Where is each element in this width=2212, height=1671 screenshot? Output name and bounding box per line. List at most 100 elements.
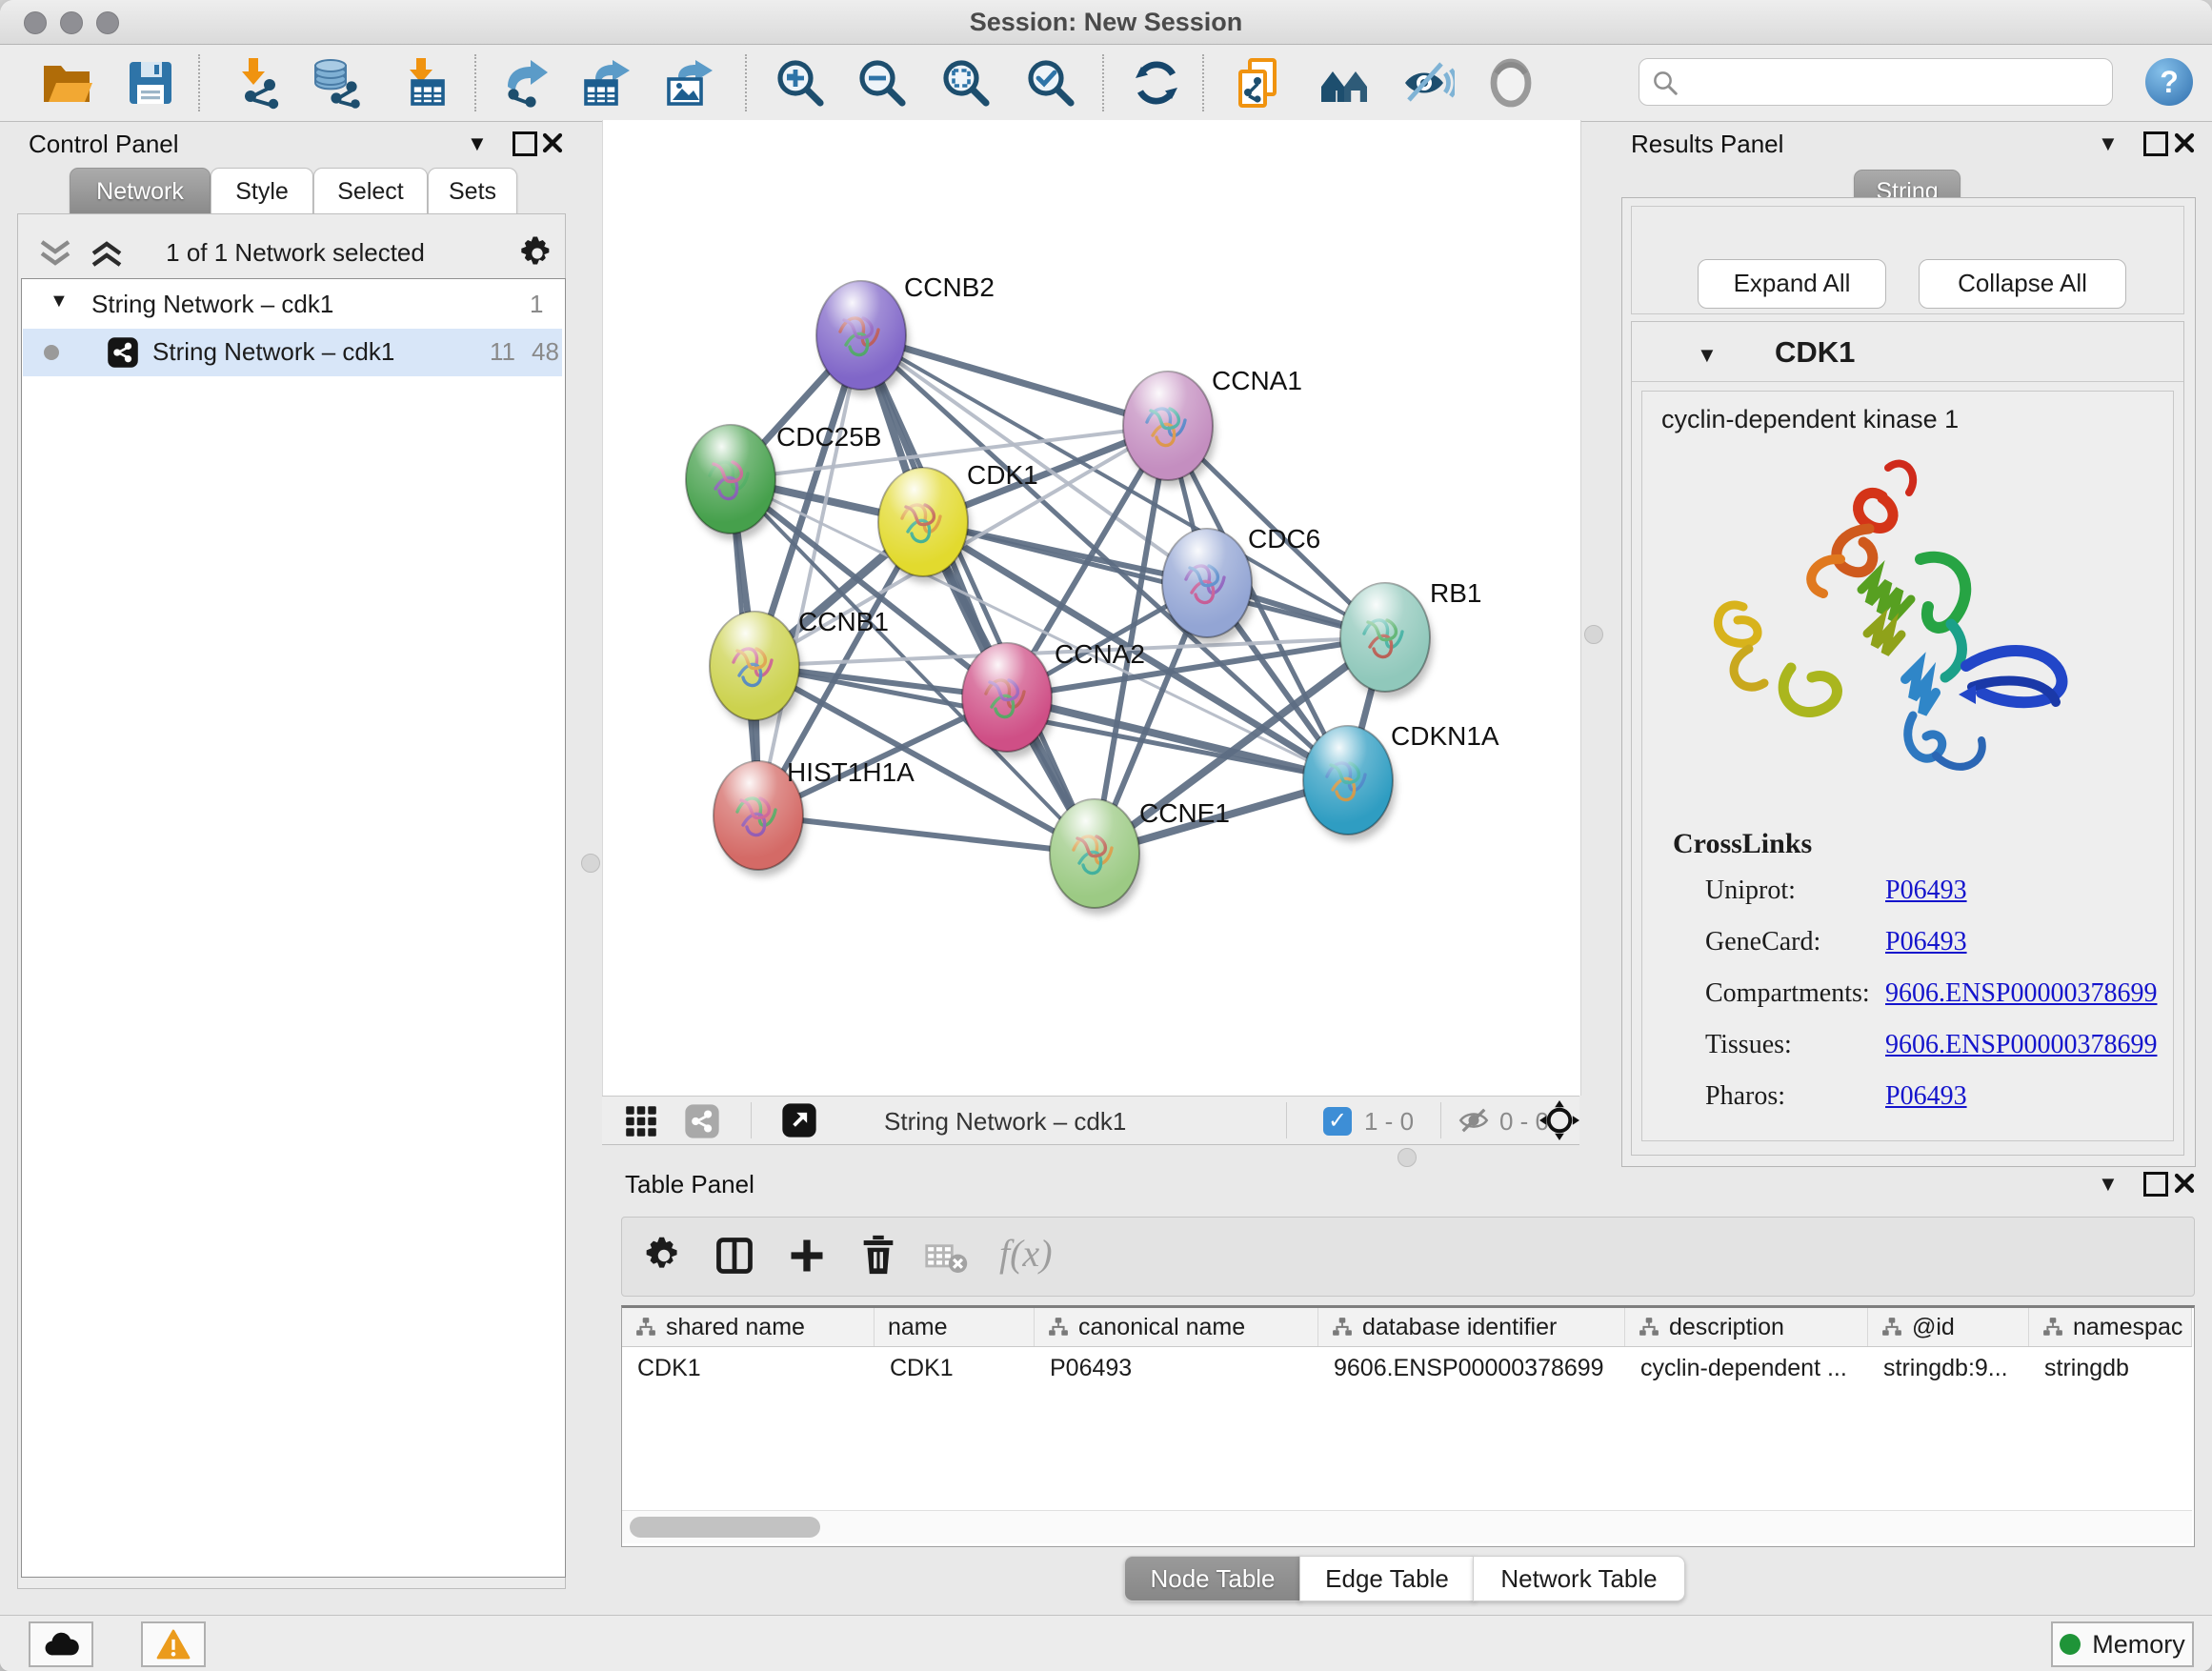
tab-sets[interactable]: Sets (428, 168, 517, 215)
column-type-icon (1639, 1317, 1659, 1338)
table-cell[interactable]: stringdb:9... (1868, 1347, 2029, 1389)
network-row-selected[interactable]: String Network – cdk1 11 48 (23, 329, 562, 376)
zoom-fit-icon[interactable] (939, 56, 993, 110)
network-canvas-svg[interactable]: CCNB2CCNA1CDC25BCDK1CDC6RB1CCNB1CCNA2CDK… (603, 120, 1580, 1096)
import-network-file-icon[interactable] (231, 56, 285, 110)
selected-count-checkbox[interactable]: ✓ (1323, 1107, 1352, 1136)
delete-column-icon[interactable] (856, 1233, 900, 1277)
create-column-icon[interactable] (786, 1235, 828, 1277)
save-session-icon[interactable] (124, 56, 177, 110)
tab-node-table[interactable]: Node Table (1124, 1556, 1301, 1601)
network-options-gear-icon[interactable] (518, 234, 556, 272)
node-CCNE1[interactable] (1050, 799, 1142, 915)
clone-network-icon[interactable] (1233, 56, 1286, 110)
node-CCNA2[interactable] (962, 643, 1055, 758)
column-header-shared-name[interactable]: shared name (622, 1308, 875, 1346)
column-header-description[interactable]: description (1625, 1308, 1868, 1346)
grid-view-icon[interactable] (625, 1105, 657, 1137)
column-header--id[interactable]: @id (1868, 1308, 2029, 1346)
node-label-CDKN1A: CDKN1A (1391, 721, 1499, 751)
toolbar-separator (1202, 54, 1204, 111)
node-CCNB2[interactable] (816, 281, 909, 396)
birds-eye-toggle-icon[interactable] (1539, 1100, 1579, 1140)
control-panel-maximize-icon[interactable] (513, 131, 537, 156)
import-table-file-icon[interactable] (399, 56, 452, 110)
refresh-layout-icon[interactable] (1130, 56, 1183, 110)
node-RB1[interactable] (1340, 583, 1433, 698)
table-panel-maximize-icon[interactable] (2143, 1172, 2168, 1197)
table-cell[interactable]: cyclin-dependent ... (1625, 1347, 1868, 1389)
string-view-icon[interactable] (684, 1103, 720, 1139)
zoom-out-icon[interactable] (855, 56, 909, 110)
column-header-canonical-name[interactable]: canonical name (1035, 1308, 1318, 1346)
expand-all-button[interactable]: Expand All (1698, 259, 1886, 309)
collection-expand-icon[interactable]: ▼ (50, 291, 69, 312)
table-panel-float-icon[interactable]: ▼ (2098, 1172, 2119, 1197)
table-cell[interactable]: stringdb (2029, 1347, 2192, 1389)
show-all-icon[interactable] (1484, 56, 1538, 110)
node-CCNB1[interactable] (710, 612, 802, 727)
zoom-in-icon[interactable] (774, 56, 827, 110)
open-session-icon[interactable] (40, 56, 93, 110)
column-header-name[interactable]: name (875, 1308, 1035, 1346)
node-label-CDC6: CDC6 (1248, 524, 1320, 554)
tab-style[interactable]: Style (211, 168, 313, 215)
warnings-button[interactable] (141, 1621, 206, 1667)
table-cell[interactable]: 9606.ENSP00000378699 (1318, 1347, 1625, 1389)
help-icon[interactable]: ? (2145, 58, 2193, 106)
column-header-database-identifier[interactable]: database identifier (1318, 1308, 1625, 1346)
node-CCNA1[interactable] (1123, 372, 1216, 487)
control-panel-close-icon[interactable] (541, 131, 564, 154)
node-CDC25B[interactable] (686, 425, 778, 540)
detach-view-icon[interactable] (781, 1102, 817, 1138)
import-network-database-icon[interactable] (312, 56, 365, 110)
results-panel-maximize-icon[interactable] (2143, 131, 2168, 156)
node-CDK1[interactable] (878, 468, 971, 583)
column-header-namespac[interactable]: namespac (2029, 1308, 2192, 1346)
node-CDC6[interactable] (1162, 529, 1255, 644)
crosslink-link[interactable]: 9606.ENSP00000378699 (1885, 978, 2157, 1009)
hscrollbar-thumb[interactable] (630, 1517, 820, 1538)
export-image-icon[interactable] (663, 56, 716, 110)
gene-collapse-icon[interactable]: ▼ (1697, 343, 1718, 368)
cloud-status-button[interactable] (29, 1621, 93, 1667)
table-cell[interactable]: P06493 (1035, 1347, 1318, 1389)
search-input[interactable] (1689, 63, 2102, 101)
first-neighbors-icon[interactable] (1317, 56, 1371, 110)
hide-selected-icon[interactable] (1401, 56, 1455, 110)
crosslink-link[interactable]: P06493 (1885, 1081, 1967, 1112)
string-results-panel: Expand All Collapse All ▼ CDK1 cyclin-de… (1621, 197, 2196, 1167)
right-splitter-handle[interactable] (1584, 625, 1603, 644)
export-table-icon[interactable] (580, 56, 633, 110)
results-panel-close-icon[interactable] (2173, 131, 2196, 154)
node-label-HIST1H1A: HIST1H1A (787, 757, 915, 787)
tab-select[interactable]: Select (313, 168, 428, 215)
table-cell[interactable]: CDK1 (622, 1347, 875, 1389)
bottom-splitter-handle[interactable] (1398, 1148, 1417, 1167)
table-settings-gear-icon[interactable] (643, 1235, 685, 1277)
collapse-all-networks-icon[interactable] (36, 238, 74, 269)
cloud-icon (42, 1630, 80, 1659)
table-panel-close-icon[interactable] (2173, 1172, 2196, 1195)
left-splitter-handle[interactable] (581, 854, 600, 873)
crosslink-link[interactable]: P06493 (1885, 876, 1967, 906)
network-navbar: String Network – cdk1 ✓ 1 - 0 0 - 0 (602, 1096, 1579, 1145)
memory-button[interactable]: Memory (2051, 1621, 2194, 1667)
crosslink-link[interactable]: 9606.ENSP00000378699 (1885, 1030, 2157, 1060)
tab-network[interactable]: Network (70, 168, 211, 215)
zoom-selected-icon[interactable] (1024, 56, 1077, 110)
results-panel-float-icon[interactable]: ▼ (2098, 131, 2119, 156)
collapse-all-button[interactable]: Collapse All (1919, 259, 2126, 309)
tab-edge-table[interactable]: Edge Table (1299, 1556, 1475, 1601)
control-panel-float-icon[interactable]: ▼ (467, 131, 488, 156)
crosslink-link[interactable]: P06493 (1885, 927, 1967, 957)
tab-network-table[interactable]: Network Table (1473, 1556, 1685, 1601)
control-panel-title: Control Panel (29, 130, 179, 159)
network-collection-row[interactable]: ▼ String Network – cdk1 1 (23, 281, 562, 329)
show-columns-icon[interactable] (714, 1235, 755, 1277)
table-row[interactable]: CDK1CDK1P064939606.ENSP00000378699cyclin… (622, 1347, 2192, 1389)
node-CDKN1A[interactable] (1303, 726, 1396, 841)
export-network-icon[interactable] (498, 56, 552, 110)
table-cell[interactable]: CDK1 (875, 1347, 1035, 1389)
navbar-separator (751, 1102, 752, 1138)
